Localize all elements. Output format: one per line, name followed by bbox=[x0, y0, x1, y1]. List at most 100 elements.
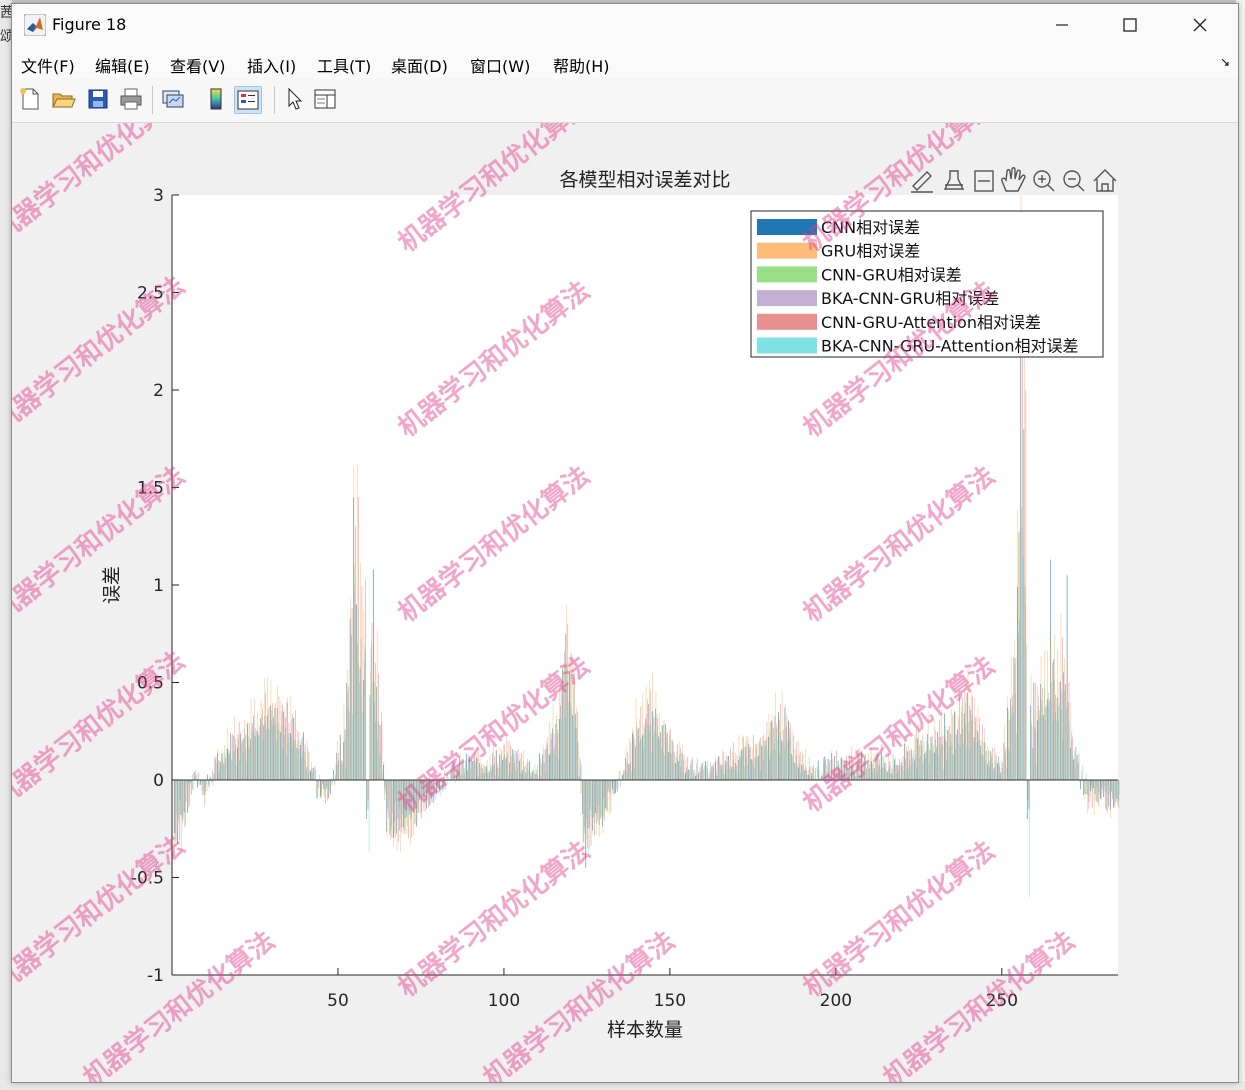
bar-bka-cnn-gru-attention bbox=[567, 702, 569, 780]
menu-help[interactable]: 帮助(H) bbox=[553, 53, 610, 77]
bar-bka-cnn-gru-attention bbox=[946, 759, 947, 780]
bar-bka-cnn-gru-attention bbox=[757, 757, 758, 780]
legend-swatch-cnn-gru bbox=[757, 266, 817, 283]
bar-bka-cnn-gru-attention bbox=[206, 780, 207, 786]
toolbar-separator bbox=[152, 86, 153, 114]
bar-bka-cnn-gru-attention bbox=[202, 780, 204, 791]
bar-cnn-gru-attention bbox=[836, 750, 837, 780]
bar-bka-cnn-gru-attention bbox=[1115, 780, 1117, 803]
bar-bka-cnn-gru-attention bbox=[783, 749, 785, 780]
menu-view[interactable]: 查看(V) bbox=[170, 53, 225, 77]
x-tick-label: 250 bbox=[986, 991, 1018, 1011]
bar-bka-cnn-gru-attention bbox=[328, 780, 330, 791]
bar-bka-cnn-gru bbox=[580, 759, 581, 780]
pan-hand-icon[interactable] bbox=[1001, 167, 1026, 192]
link-plot-icon[interactable] bbox=[160, 86, 186, 112]
bar-bka-cnn-gru-attention bbox=[740, 751, 742, 780]
bar-bka-cnn-gru-attention bbox=[1099, 780, 1100, 795]
bar-bka-cnn-gru-attention bbox=[876, 771, 878, 780]
menu-tools[interactable]: 工具(T) bbox=[317, 53, 371, 77]
dock-arrow-icon[interactable]: ↘ bbox=[1220, 55, 1230, 69]
bar-bka-cnn-gru-attention bbox=[445, 780, 446, 790]
bar-bka-cnn-gru-attention bbox=[488, 776, 489, 780]
data-tips-icon[interactable] bbox=[974, 170, 994, 192]
bar-cnn-gru-attention bbox=[899, 759, 901, 780]
data-cursor-icon[interactable] bbox=[943, 170, 965, 190]
menu-file[interactable]: 文件(F) bbox=[21, 53, 75, 77]
bar-gru bbox=[698, 771, 700, 780]
bar-bka-cnn-gru-attention bbox=[986, 750, 987, 780]
bar-bka-cnn-gru-attention bbox=[468, 758, 469, 780]
bar-cnn-gru-attention bbox=[580, 780, 582, 794]
bar-bka-cnn-gru-attention bbox=[451, 770, 453, 780]
bar-bka-cnn-gru-attention bbox=[1075, 747, 1077, 780]
bar-bka-cnn-gru-attention bbox=[923, 760, 924, 780]
bar-bka-cnn-gru-attention bbox=[952, 754, 954, 780]
bar-bka-cnn-gru-attention bbox=[916, 769, 918, 780]
bar-bka-cnn-gru-attention bbox=[982, 756, 984, 780]
bar-bka-cnn-gru-attention bbox=[335, 763, 337, 780]
colorbar-icon[interactable] bbox=[203, 86, 229, 112]
bar-bka-cnn-gru-attention bbox=[694, 769, 695, 780]
bar-bka-cnn-gru-attention bbox=[1006, 767, 1007, 780]
bar-bka-cnn-gru-attention bbox=[660, 747, 662, 780]
brush-icon[interactable] bbox=[911, 171, 933, 193]
pointer-icon[interactable] bbox=[282, 86, 308, 112]
bar-bka-cnn-gru-attention bbox=[548, 753, 549, 780]
bar-bka-cnn-gru-attention bbox=[906, 769, 908, 780]
zoom-out-icon[interactable] bbox=[1063, 170, 1085, 192]
bar-cnn-gru-attention bbox=[507, 741, 509, 780]
bar-bka-cnn-gru-attention bbox=[913, 749, 914, 780]
bar-cnn bbox=[1080, 780, 1081, 790]
bar-bka-cnn-gru-attention bbox=[534, 763, 536, 780]
bar-bka-cnn-gru-attention bbox=[182, 780, 184, 821]
bar-cnn-gru bbox=[533, 768, 534, 780]
maximize-icon bbox=[1123, 18, 1137, 32]
bar-gru bbox=[333, 773, 335, 780]
bar-bka-cnn-gru-attention bbox=[943, 769, 944, 780]
home-icon[interactable] bbox=[1093, 169, 1117, 192]
bar-bka-cnn-gru-attention bbox=[494, 775, 496, 780]
bar-bka-cnn-gru-attention bbox=[465, 760, 466, 780]
new-figure-icon[interactable] bbox=[17, 86, 43, 112]
menu-edit[interactable]: 编辑(E) bbox=[95, 53, 150, 77]
open-file-icon[interactable] bbox=[50, 86, 76, 112]
menu-desktop[interactable]: 桌面(D) bbox=[391, 53, 448, 77]
bar-cnn-gru-attention bbox=[713, 763, 715, 780]
bar-bka-cnn-gru-attention bbox=[275, 740, 277, 780]
bar-bka-cnn-gru-attention bbox=[853, 771, 855, 780]
axes-toolbar bbox=[911, 167, 1117, 193]
legend-label-bka-cnn-gru: BKA-CNN-GRU相对误差 bbox=[821, 289, 999, 308]
zoom-in-icon[interactable] bbox=[1033, 170, 1055, 192]
bar-bka-cnn-gru-attention bbox=[750, 759, 752, 780]
legend-icon[interactable] bbox=[234, 86, 262, 114]
bar-bka-cnn-gru-attention bbox=[1022, 555, 1024, 780]
legend-swatch-cnn bbox=[757, 219, 817, 235]
bar-bka-cnn-gru-attention bbox=[584, 780, 586, 834]
bar-bka-cnn-gru-attention bbox=[1012, 712, 1014, 780]
bar-bka-cnn-gru-attention bbox=[644, 728, 645, 780]
bar-bka-cnn-gru-attention bbox=[362, 712, 363, 780]
bar-bka-cnn-gru-attention bbox=[1082, 765, 1084, 780]
bar-bka-cnn-gru-attention bbox=[1029, 780, 1030, 897]
property-inspector-icon[interactable] bbox=[312, 86, 338, 112]
print-icon[interactable] bbox=[118, 86, 144, 112]
bar-gru bbox=[449, 768, 451, 780]
relative-error-chart: -1 -0.5 0 0.5 1 1.5 2 2.5 3 50 100 150 200 250 各模型相对误… bbox=[0, 0, 1120, 1090]
menu-insert[interactable]: 插入(I) bbox=[247, 53, 296, 77]
bar-bka-cnn-gru-attention bbox=[979, 740, 981, 780]
bar-bka-cnn-gru-attention bbox=[992, 770, 994, 780]
bar-bka-cnn-gru-attention bbox=[601, 780, 602, 815]
minimize-button[interactable] bbox=[1028, 4, 1096, 46]
bar-bka-cnn-gru-attention bbox=[252, 730, 254, 780]
bar-bka-cnn-gru-attention bbox=[773, 742, 775, 780]
bar-bka-cnn-gru-attention bbox=[1062, 739, 1064, 780]
bar-bka-cnn-gru-attention bbox=[972, 741, 974, 780]
legend-label-bka-cnn-gru-attention: BKA-CNN-GRU-Attention相对误差 bbox=[821, 337, 1079, 356]
bar-bka-cnn-gru-attention bbox=[684, 773, 685, 780]
close-button[interactable] bbox=[1166, 4, 1234, 46]
bar-bka-cnn-gru-attention bbox=[265, 729, 267, 780]
menu-window[interactable]: 窗口(W) bbox=[470, 53, 530, 77]
save-icon[interactable] bbox=[85, 86, 111, 112]
maximize-button[interactable] bbox=[1096, 4, 1164, 46]
